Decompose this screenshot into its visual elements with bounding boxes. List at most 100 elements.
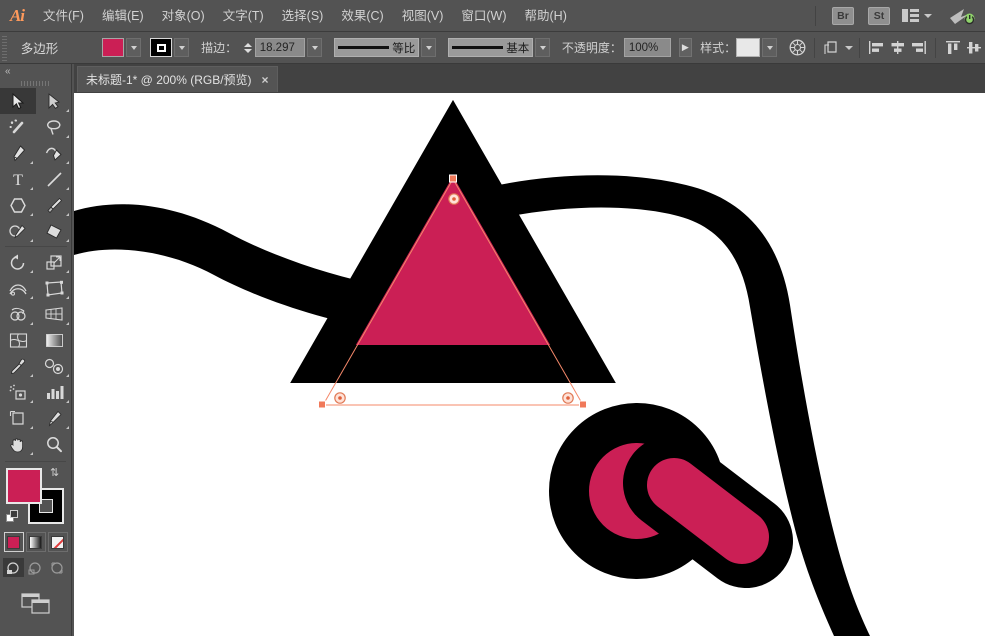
transform-chevron-down-icon[interactable] xyxy=(844,45,853,50)
menu-view[interactable]: 视图(V) xyxy=(393,0,453,32)
style-label: 样式： xyxy=(700,41,737,55)
tools-panel-drag-handle[interactable] xyxy=(0,78,71,88)
menu-edit[interactable]: 编辑(E) xyxy=(93,0,153,32)
mesh-tool[interactable] xyxy=(0,327,36,353)
zoom-tool[interactable] xyxy=(36,431,72,457)
control-divider xyxy=(814,37,816,58)
color-mode-icon[interactable] xyxy=(3,532,24,552)
corner-widget-bottom-right xyxy=(562,392,574,404)
menu-object[interactable]: 对象(O) xyxy=(153,0,214,32)
recolor-artwork-icon[interactable] xyxy=(787,37,808,59)
creative-cloud-icon[interactable] xyxy=(949,7,975,25)
stroke-weight-input[interactable]: 18.297 xyxy=(254,38,306,57)
menu-window[interactable]: 窗口(W) xyxy=(452,0,515,32)
selection-tool[interactable] xyxy=(0,88,36,114)
stroke-dropdown-button[interactable] xyxy=(174,38,190,57)
tools-panel-header: « xyxy=(0,64,71,78)
graphic-style-dropdown-button[interactable] xyxy=(762,38,777,57)
gradient-mode-icon[interactable] xyxy=(25,532,46,552)
curvature-tool[interactable] xyxy=(36,140,72,166)
paintbrush-tool[interactable] xyxy=(36,192,72,218)
menu-type[interactable]: 文字(T) xyxy=(214,0,273,32)
polygon-shape-tool[interactable] xyxy=(0,192,36,218)
artboard-tool[interactable] xyxy=(0,405,36,431)
control-bar: 多边形 描边： 18.297 等比 基本 不透明度： 100% ▶ 样式： xyxy=(0,32,985,64)
eyedropper-tool[interactable] xyxy=(0,353,36,379)
column-graph-tool[interactable] xyxy=(36,379,72,405)
shape-builder-tool[interactable] xyxy=(0,301,36,327)
draw-mode-row xyxy=(0,558,71,577)
blend-tool[interactable] xyxy=(36,353,72,379)
width-tool[interactable] xyxy=(0,275,36,301)
fill-dropdown-button[interactable] xyxy=(126,38,142,57)
symbol-sprayer-tool[interactable] xyxy=(0,379,36,405)
transform-icon[interactable] xyxy=(821,37,842,59)
stock-button[interactable]: St xyxy=(868,6,890,25)
graphic-style-swatch[interactable] xyxy=(736,38,761,57)
bridge-button[interactable]: Br xyxy=(832,6,854,25)
tool-flyout-indicator xyxy=(30,374,33,377)
scale-tool[interactable] xyxy=(36,249,72,275)
hand-tool[interactable] xyxy=(0,431,36,457)
swap-fill-stroke-icon[interactable]: ⇅ xyxy=(50,466,59,479)
fill-swatch-group[interactable] xyxy=(102,38,142,57)
collapse-panel-icon[interactable]: « xyxy=(5,66,10,77)
fill-swatch[interactable] xyxy=(102,38,125,57)
opacity-input[interactable]: 100% xyxy=(623,38,671,57)
control-divider-3 xyxy=(935,37,937,58)
direct-selection-tool[interactable] xyxy=(36,88,72,114)
type-tool[interactable]: T xyxy=(0,166,36,192)
menu-help[interactable]: 帮助(H) xyxy=(516,0,576,32)
draw-normal-icon[interactable] xyxy=(3,558,24,577)
tool-flyout-indicator xyxy=(66,426,69,429)
eraser-tool[interactable] xyxy=(36,218,72,244)
align-left-icon[interactable] xyxy=(866,37,887,59)
stroke-swatch[interactable] xyxy=(150,38,173,57)
tool-flyout-indicator xyxy=(30,187,33,190)
distribute-top-icon[interactable] xyxy=(942,37,963,59)
svg-text:T: T xyxy=(13,172,23,188)
stroke-swatch-group[interactable] xyxy=(150,38,190,57)
tool-flyout-indicator xyxy=(66,322,69,325)
free-transform-tool[interactable] xyxy=(36,275,72,301)
workspace-layout-icon[interactable] xyxy=(902,9,932,22)
control-bar-grip[interactable] xyxy=(0,32,9,63)
shaper-tool[interactable] xyxy=(0,218,36,244)
gradient-tool[interactable] xyxy=(36,327,72,353)
opacity-options-button[interactable]: ▶ xyxy=(678,38,693,57)
tool-flyout-indicator xyxy=(66,239,69,242)
align-center-icon[interactable] xyxy=(887,37,908,59)
perspective-grid-tool[interactable] xyxy=(36,301,72,327)
draw-behind-icon[interactable] xyxy=(25,558,46,577)
brush-definition-dropdown-button[interactable] xyxy=(535,38,550,57)
draw-inside-icon[interactable] xyxy=(47,558,68,577)
menu-select[interactable]: 选择(S) xyxy=(273,0,333,32)
distribute-center-icon[interactable] xyxy=(964,37,985,59)
tool-flyout-indicator xyxy=(30,452,33,455)
align-right-icon[interactable] xyxy=(908,37,929,59)
document-tab[interactable]: 未标题-1* @ 200% (RGB/预览) × xyxy=(77,66,278,92)
artboard-canvas[interactable] xyxy=(74,93,985,636)
menu-effect[interactable]: 效果(C) xyxy=(332,0,392,32)
change-screen-mode-icon[interactable] xyxy=(0,593,71,615)
document-tab-bar: 未标题-1* @ 200% (RGB/预览) × xyxy=(74,64,985,93)
stroke-weight-dropdown-button[interactable] xyxy=(307,38,322,57)
magic-wand-tool[interactable] xyxy=(0,114,36,140)
none-mode-icon[interactable] xyxy=(47,532,68,552)
menu-bar: Ai 文件(F) 编辑(E) 对象(O) 文字(T) 选择(S) 效果(C) 视… xyxy=(0,0,985,32)
slice-tool[interactable] xyxy=(36,405,72,431)
rotate-tool[interactable] xyxy=(0,249,36,275)
tool-flyout-indicator xyxy=(66,213,69,216)
stroke-profile-select[interactable]: 等比 xyxy=(333,38,420,57)
tool-flyout-indicator xyxy=(66,296,69,299)
stroke-weight-stepper[interactable] xyxy=(242,38,255,57)
stroke-profile-dropdown-button[interactable] xyxy=(421,38,436,57)
fill-color-proxy[interactable] xyxy=(6,468,42,504)
lasso-tool[interactable] xyxy=(36,114,72,140)
close-icon[interactable]: × xyxy=(262,74,269,86)
menu-file[interactable]: 文件(F) xyxy=(34,0,93,32)
default-fill-stroke-icon[interactable] xyxy=(6,510,19,523)
brush-definition-select[interactable]: 基本 xyxy=(447,38,534,57)
line-segment-tool[interactable] xyxy=(36,166,72,192)
pen-tool[interactable] xyxy=(0,140,36,166)
